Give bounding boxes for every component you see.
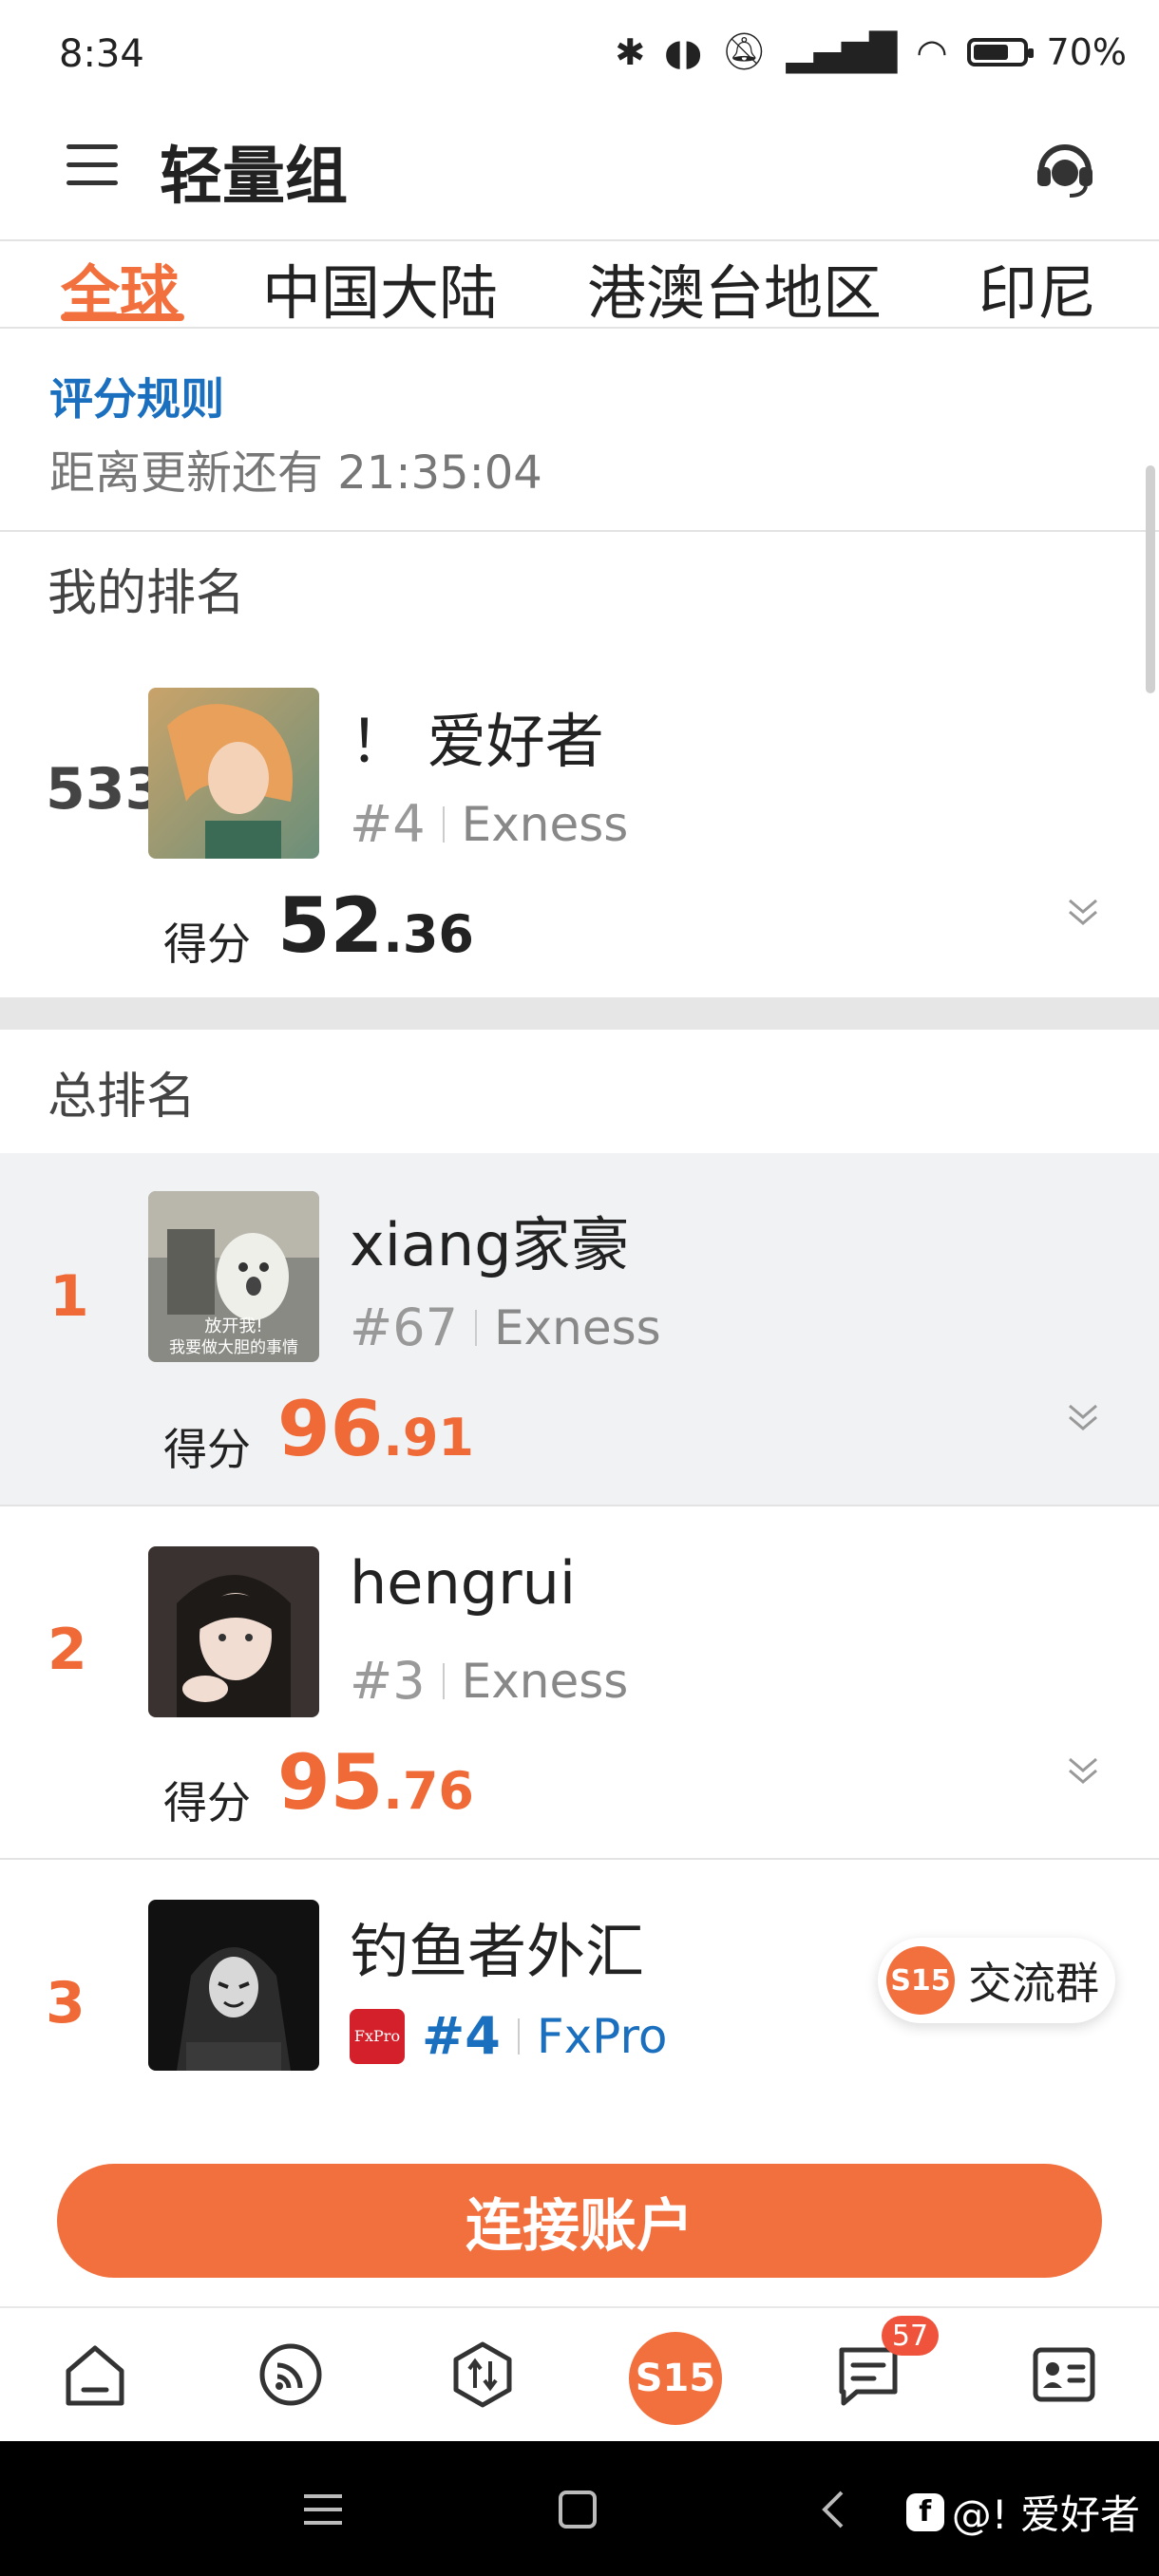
broker-name: FxPro — [536, 2008, 668, 2064]
user-name: hengrui — [350, 1548, 577, 1618]
feed-icon[interactable] — [253, 2337, 329, 2413]
status-bar: 8:34 ✱ ◖◗ 🔕︎ ▂▄▆█ ◠ 70% — [0, 0, 1159, 104]
tab-active-indicator — [61, 313, 184, 321]
rank-number: 3 — [46, 1970, 86, 2036]
account-number: #4 — [422, 2006, 501, 2066]
scrollbar[interactable] — [1146, 465, 1155, 693]
menu-icon[interactable] — [66, 144, 118, 188]
connect-account-button[interactable]: 连接账户 — [57, 2164, 1102, 2278]
account-meta: #3 Exness — [350, 1651, 628, 1711]
svg-text:我要做大胆的事情: 我要做大胆的事情 — [169, 1338, 298, 1357]
score-label: 得分 — [163, 919, 251, 970]
scoring-rules-link[interactable]: 评分规则 — [49, 365, 224, 427]
tab-china-mainland[interactable]: 中国大陆 — [262, 245, 498, 331]
account-meta: #67 Exness — [350, 1297, 661, 1357]
my-account-meta: #4 Exness — [350, 794, 628, 854]
account-number: #3 — [350, 1651, 426, 1711]
user-name: xiang家豪 — [350, 1210, 630, 1279]
total-ranking-title: 总排名 — [48, 1069, 197, 1126]
chevron-down-icon[interactable] — [1064, 1752, 1102, 1790]
watermark: f @! 爱好者 — [905, 2483, 1140, 2541]
avatar[interactable] — [148, 1900, 319, 2071]
trade-icon[interactable] — [445, 2337, 521, 2413]
back-icon[interactable] — [811, 2487, 857, 2532]
score-value: 95.76 — [277, 1738, 474, 1827]
broker-name: Exness — [493, 1299, 661, 1355]
page-title: 轻量组 — [160, 140, 348, 213]
fxpro-logo-icon: FxPro — [350, 2008, 405, 2064]
tab-hk-macau-taiwan[interactable]: 港澳台地区 — [587, 245, 882, 331]
rank-number: 1 — [49, 1263, 89, 1330]
user-name: 钓鱼者外汇 — [350, 1917, 645, 1986]
customer-service-icon[interactable] — [1032, 135, 1098, 201]
bluetooth-icon: ✱ — [615, 30, 646, 73]
account-number: #67 — [350, 1297, 458, 1357]
avatar[interactable] — [148, 1546, 319, 1717]
my-score: 52.36 — [277, 881, 474, 970]
score-label: 得分 — [163, 1424, 251, 1475]
chevron-down-icon[interactable] — [1064, 1398, 1102, 1436]
status-time: 8:34 — [59, 32, 144, 76]
home-icon[interactable] — [57, 2337, 133, 2413]
profile-card-icon[interactable] — [1026, 2337, 1102, 2413]
earbuds-icon: ◖◗ — [664, 30, 703, 73]
score-label: 得分 — [163, 1777, 251, 1828]
group-chat-button[interactable]: S15 交流群 — [878, 1938, 1115, 2023]
battery-icon — [966, 37, 1034, 66]
broker-name: Exness — [461, 1653, 629, 1709]
home-square-icon[interactable] — [555, 2487, 600, 2532]
tab-indonesia[interactable]: 印尼 — [978, 245, 1096, 331]
account-meta: FxPro #4 FxPro — [350, 2006, 668, 2066]
my-ranking-title: 我的排名 — [48, 565, 246, 622]
my-rank-number: 533 — [46, 756, 165, 823]
account-number: #4 — [350, 794, 426, 854]
avatar[interactable]: 放开我! 我要做大胆的事情 — [148, 1191, 319, 1362]
avatar[interactable] — [148, 688, 319, 859]
signal-icon: ▂▄▆█ — [786, 30, 898, 73]
social-logo-icon: f — [905, 2492, 944, 2531]
wifi-icon: ◠ — [916, 30, 948, 73]
status-icons: ✱ ◖◗ 🔕︎ ▂▄▆█ ◠ 70% — [615, 30, 1127, 73]
update-countdown: 距离更新还有 21:35:04 — [49, 446, 542, 500]
recents-menu-icon[interactable] — [300, 2487, 346, 2532]
message-count-badge: 57 — [882, 2316, 939, 2356]
s15-home-icon[interactable]: S15 — [629, 2332, 722, 2425]
broker-name: Exness — [461, 796, 629, 852]
rank-number: 2 — [48, 1617, 87, 1683]
svg-text:放开我!: 放开我! — [204, 1316, 262, 1336]
my-user-name: ！ 爱好者 — [350, 707, 604, 776]
chevron-down-icon[interactable] — [1064, 893, 1102, 931]
bell-muted-icon: 🔕︎ — [721, 30, 768, 72]
score-value: 96.91 — [277, 1385, 474, 1473]
battery-percent: 70% — [1046, 30, 1127, 73]
bottom-nav — [0, 2306, 1159, 2443]
s15-logo-icon: S15 — [886, 1946, 955, 2015]
group-chat-label: 交流群 — [968, 1958, 1099, 2009]
